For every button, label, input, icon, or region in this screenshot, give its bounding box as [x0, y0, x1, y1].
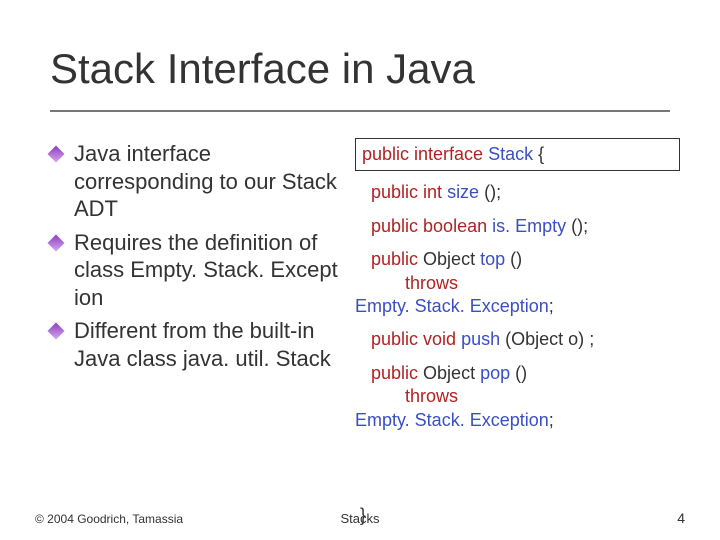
code-line: throws [355, 272, 680, 295]
bullet-icon [48, 146, 65, 163]
bullet-icon [48, 234, 65, 251]
identifier: Stack [488, 144, 533, 164]
return-type: Object [423, 363, 475, 383]
identifier: size [447, 182, 479, 202]
slide-title: Stack Interface in Java [50, 45, 475, 93]
keyword: public void [371, 329, 456, 349]
code-text: ; [549, 296, 554, 316]
code-line: public int size (); [355, 181, 680, 204]
footer-page-number: 4 [677, 510, 685, 526]
keyword: public boolean [371, 216, 487, 236]
code-text: ; [589, 329, 594, 349]
code-line: Empty. Stack. Exception; [355, 409, 680, 432]
code-text: (); [484, 182, 501, 202]
title-rule [50, 110, 670, 112]
code-line: public interface Stack { [362, 143, 673, 166]
bullet-code: java. util. Stack [183, 346, 331, 371]
code-line: public Object pop () [355, 362, 680, 385]
code-text: { [538, 144, 544, 164]
identifier: Empty. Stack. Exception [355, 410, 549, 430]
code-text: (); [571, 216, 588, 236]
return-type: Object [423, 249, 475, 269]
identifier: Empty. Stack. Exception [355, 296, 549, 316]
bullet-list: Java interface corresponding to our Stac… [50, 140, 350, 378]
identifier: top [480, 249, 505, 269]
keyword: public int [371, 182, 442, 202]
code-box: public interface Stack { [355, 138, 680, 171]
keyword: public [371, 249, 418, 269]
identifier: pop [480, 363, 510, 383]
keyword: public interface [362, 144, 483, 164]
code-text: () [515, 363, 527, 383]
code-line: Empty. Stack. Exception; [355, 295, 680, 318]
footer-title: Stacks [0, 511, 720, 526]
list-item: Java interface corresponding to our Stac… [50, 140, 350, 223]
list-item: Requires the definition of class Empty. … [50, 229, 350, 312]
identifier: is. Empty [492, 216, 566, 236]
code-text: () [510, 249, 522, 269]
identifier: push [461, 329, 500, 349]
code-block: public interface Stack { public int size… [355, 138, 680, 432]
bullet-icon [48, 323, 65, 340]
bullet-text: Java interface corresponding to our Stac… [74, 141, 337, 221]
list-item: Different from the built-in Java class j… [50, 317, 350, 372]
code-line: public void push (Object o) ; [355, 328, 680, 351]
slide: Stack Interface in Java Java interface c… [0, 0, 720, 540]
keyword: throws [405, 273, 458, 293]
code-text: ; [549, 410, 554, 430]
code-line: throws [355, 385, 680, 408]
keyword: public [371, 363, 418, 383]
keyword: throws [405, 386, 458, 406]
code-line: public boolean is. Empty (); [355, 215, 680, 238]
code-args: (Object o) [505, 329, 584, 349]
code-line: public Object top () [355, 248, 680, 271]
